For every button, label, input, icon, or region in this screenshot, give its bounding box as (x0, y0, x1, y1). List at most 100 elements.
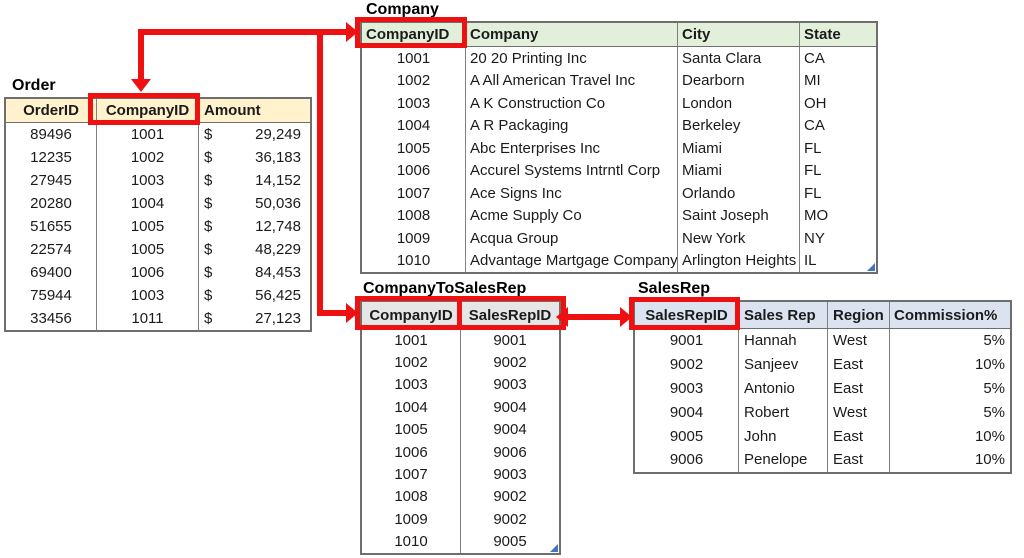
cell: 1006 (394, 443, 428, 461)
cell: Antonio (738, 376, 827, 401)
cell: 1001 (394, 331, 428, 349)
cell: SalesRepID (645, 306, 728, 324)
company-table: Company CompanyID Company City State 1001 20… (360, 0, 878, 274)
relationship-diagram: Order OrderID CompanyID Amount 89496 1001 $2… (0, 0, 1024, 558)
table-corner-handle (867, 263, 875, 271)
table-row: 1005 9004 (362, 418, 559, 441)
cell: East (827, 352, 889, 377)
cell: CompanyID (96, 99, 198, 122)
cell: Sanjeev (738, 352, 827, 377)
cell: $48,229 (198, 238, 310, 261)
table-row: 1004 9004 (362, 396, 559, 419)
cell: MI (799, 69, 876, 92)
cell: Acqua Group (465, 227, 677, 250)
order-table-grid: OrderID CompanyID Amount 89496 1001 $29,249 1… (4, 97, 312, 332)
cell: East (827, 447, 889, 472)
cell: Abc Enterprises Inc (465, 137, 677, 160)
table-row: 22574 1005 $48,229 (6, 238, 310, 261)
table-row: 9001 Hannah West 5% (635, 329, 1010, 353)
cell: Region (827, 302, 889, 328)
cell: Accurel Systems Intrntl Corp (465, 159, 677, 182)
table-row: 1008 9002 (362, 485, 559, 509)
cell: Miami (677, 159, 799, 182)
cell: City (677, 23, 799, 46)
cell: 1005 (96, 215, 198, 238)
table-row: 9006 Penelope East 10% (635, 447, 1010, 472)
table-row: 9005 John East 10% (635, 424, 1010, 448)
table-row: 9002 Sanjeev East 10% (635, 352, 1010, 377)
cell: 9003 (460, 373, 559, 397)
cell: 9002 (669, 356, 704, 374)
table-row: 1006 9006 (362, 440, 559, 464)
cell: 1003 (96, 169, 198, 192)
cell: Santa Clara (677, 47, 799, 70)
company-to-salesrep-header-row: CompanyID SalesRepID (362, 302, 559, 329)
cell: IL (799, 249, 876, 272)
arrowhead-into-order-companyid-icon (131, 79, 151, 92)
arrowhead-into-companytosalesrep-companyid-icon (346, 303, 358, 323)
cell: Saint Joseph (677, 204, 799, 227)
cell: OrderID (23, 102, 79, 119)
cell: 9004 (460, 418, 559, 441)
company-to-salesrep-title: CompanyToSalesRep (363, 280, 527, 297)
cell: 10% (889, 352, 1010, 377)
cell: CA (799, 114, 876, 137)
table-row: 1006 Accurel Systems Intrntl Corp Miami FL (362, 159, 876, 182)
company-table-title: Company (366, 1, 439, 18)
salesrep-table: SalesRep SalesRepID Sales Rep Region Commis… (633, 279, 1012, 474)
table-row: 1005 Abc Enterprises Inc Miami FL (362, 137, 876, 160)
cell: $36,183 (198, 146, 310, 169)
cell: 51655 (30, 218, 72, 235)
cell: FL (799, 159, 876, 182)
cell: $14,152 (198, 169, 310, 192)
table-row: 1003 A K Construction Co London OH (362, 92, 876, 115)
cell: 9001 (460, 329, 559, 352)
cell: Amount (198, 99, 310, 122)
cell: FL (799, 137, 876, 160)
cell: Dearborn (677, 69, 799, 92)
arrow-order-company-horizontal-segment (138, 29, 346, 35)
table-row: 1007 9003 (362, 463, 559, 486)
cell: SalesRepID (460, 302, 559, 328)
table-row: 12235 1002 $36,183 (6, 146, 310, 169)
company-to-salesrep-table: CompanyToSalesRep CompanyID SalesRepID 10… (360, 279, 561, 555)
cell: NY (799, 227, 876, 250)
table-row: 33456 1011 $27,123 (6, 307, 310, 330)
cell: 10% (889, 447, 1010, 472)
cell: CompanyID (369, 306, 453, 324)
cell: 1004 (394, 398, 428, 416)
arrowhead-into-salesrep-salesrepid-icon (620, 307, 632, 327)
cell: 9004 (460, 396, 559, 419)
cell: 20 20 Printing Inc (465, 47, 677, 70)
cell: Commission% (889, 302, 1010, 328)
cell: 20280 (30, 195, 72, 212)
cell: Company (465, 23, 677, 46)
cell: OH (799, 92, 876, 115)
cell: Sales Rep (738, 302, 827, 328)
cell: 1009 (394, 510, 428, 528)
cell: Ace Signs Inc (465, 182, 677, 205)
cell: 1004 (396, 117, 431, 135)
cell: 10% (889, 424, 1010, 448)
order-table-title: Order (12, 77, 56, 94)
cell: 1002 (96, 146, 198, 169)
cell: 1006 (96, 261, 198, 284)
cell: Hannah (738, 329, 827, 353)
cell: 1002 (394, 354, 428, 372)
cell: State (799, 23, 876, 46)
cell: CompanyID (366, 26, 450, 43)
cell: 33456 (30, 310, 72, 327)
table-row: 1001 9001 (362, 329, 559, 352)
table-row: 1002 9002 (362, 351, 559, 374)
table-row: 1007 Ace Signs Inc Orlando FL (362, 182, 876, 205)
cell: 1002 (396, 72, 431, 90)
cell: 27945 (30, 172, 72, 189)
table-corner-handle (550, 543, 558, 552)
table-row: 9003 Antonio East 5% (635, 376, 1010, 401)
cell: 9005 (669, 427, 704, 445)
table-row: 89496 1001 $29,249 (6, 123, 310, 146)
cell: 1005 (394, 421, 428, 439)
cell: A All American Travel Inc (465, 69, 677, 92)
cell: 1003 (396, 94, 431, 112)
cell: Penelope (738, 447, 827, 472)
